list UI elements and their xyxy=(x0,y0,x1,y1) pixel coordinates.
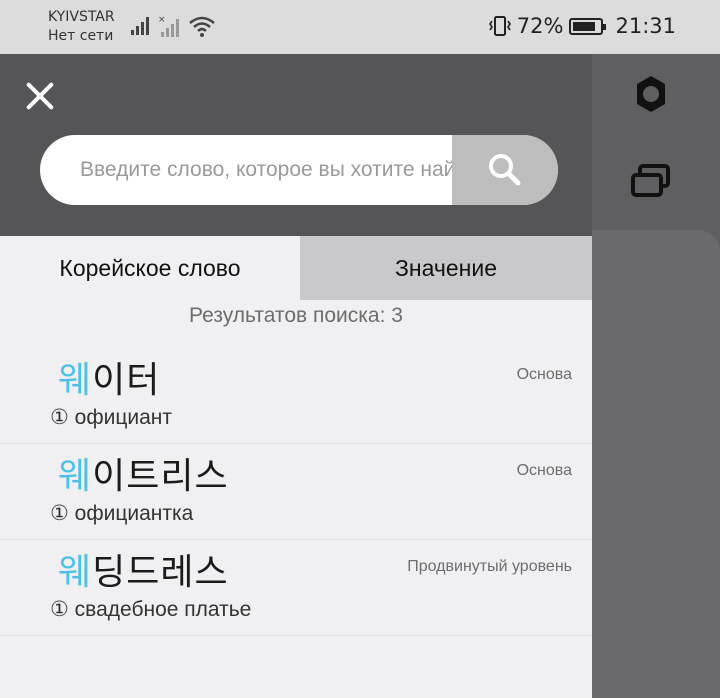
status-bar: KYIVSTAR Нет сети × 72% 21:31 xyxy=(0,0,720,54)
list-item[interactable]: 웨딩드레스 Продвинутый уровень ① свадебное пл… xyxy=(0,540,592,636)
battery-fill xyxy=(573,21,596,31)
level-label: Основа xyxy=(516,462,572,479)
tab-korean-word[interactable]: Корейское слово xyxy=(0,236,300,300)
search-icon xyxy=(489,154,521,186)
word-highlight: 웨 xyxy=(58,360,93,401)
clock: 21:31 xyxy=(615,14,676,38)
windows-icon[interactable] xyxy=(630,163,672,199)
meaning-text: ① официант xyxy=(50,406,173,429)
svg-text:×: × xyxy=(158,15,166,25)
side-panel-lower xyxy=(592,230,720,698)
word-rest: 이터 xyxy=(92,360,161,401)
search-input[interactable] xyxy=(40,135,452,205)
tab-meaning[interactable]: Значение xyxy=(300,236,592,300)
list-item[interactable]: 웨이트리스 Основа ① официантка xyxy=(0,444,592,540)
search-button[interactable] xyxy=(452,135,558,205)
level-label: Основа xyxy=(516,366,572,383)
search-bar xyxy=(40,135,558,205)
level-label: Продвинутый уровень xyxy=(407,558,572,575)
korean-word: 웨이트리스 xyxy=(58,447,229,499)
status-right: 72% 21:31 xyxy=(488,14,676,38)
carrier-info: KYIVSTAR Нет сети xyxy=(48,8,115,46)
word-rest: 이트리스 xyxy=(92,456,229,497)
signal-off-icon: × xyxy=(158,15,179,37)
result-count: Результатов поиска: 3 xyxy=(189,304,403,327)
battery-icon xyxy=(569,17,607,35)
tab-bar: Корейское слово Значение xyxy=(0,236,592,300)
content-area: Корейское слово Значение Результатов пои… xyxy=(0,236,592,698)
network-status: Нет сети xyxy=(48,28,114,44)
meaning-text: ① свадебное платье xyxy=(50,598,252,621)
korean-word: 웨딩드레스 xyxy=(58,543,229,595)
word-highlight: 웨 xyxy=(58,456,93,497)
battery-percent: 72% xyxy=(516,14,564,38)
close-icon[interactable] xyxy=(24,80,56,112)
carrier-name: KYIVSTAR xyxy=(48,9,115,25)
list-item[interactable]: 웨이터 Основа ① официант xyxy=(0,348,592,444)
settings-icon[interactable] xyxy=(630,74,672,116)
vibrate-icon xyxy=(488,16,511,36)
wifi-icon xyxy=(189,16,215,37)
meaning-text: ① официантка xyxy=(50,502,194,525)
korean-word: 웨이터 xyxy=(58,351,160,403)
word-rest: 딩드레스 xyxy=(92,552,229,593)
word-highlight: 웨 xyxy=(58,552,93,593)
results-list: 웨이터 Основа ① официант 웨이트리스 Основа ① офи… xyxy=(0,348,592,636)
signal-icon xyxy=(131,17,149,35)
